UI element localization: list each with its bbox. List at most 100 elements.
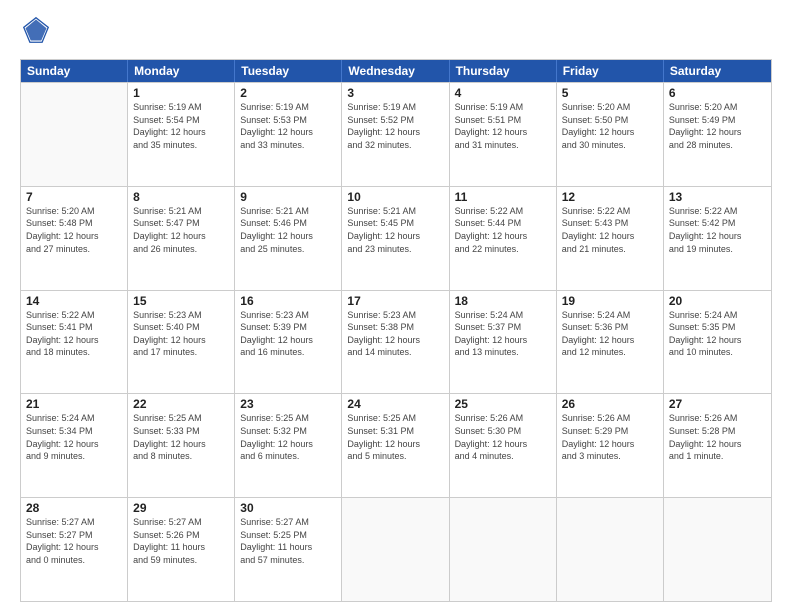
day-info: Sunrise: 5:22 AMSunset: 5:42 PMDaylight:… [669,205,766,255]
day-number: 3 [347,86,443,100]
day-number: 8 [133,190,229,204]
day-info: Sunrise: 5:19 AMSunset: 5:51 PMDaylight:… [455,101,551,151]
logo [20,16,54,49]
calendar-cell-2-1: 15Sunrise: 5:23 AMSunset: 5:40 PMDayligh… [128,291,235,394]
day-number: 23 [240,397,336,411]
calendar-cell-0-4: 4Sunrise: 5:19 AMSunset: 5:51 PMDaylight… [450,83,557,186]
calendar-cell-2-5: 19Sunrise: 5:24 AMSunset: 5:36 PMDayligh… [557,291,664,394]
calendar-header: SundayMondayTuesdayWednesdayThursdayFrid… [21,60,771,82]
day-info: Sunrise: 5:21 AMSunset: 5:47 PMDaylight:… [133,205,229,255]
calendar-cell-1-5: 12Sunrise: 5:22 AMSunset: 5:43 PMDayligh… [557,187,664,290]
calendar-row-1: 7Sunrise: 5:20 AMSunset: 5:48 PMDaylight… [21,186,771,290]
day-info: Sunrise: 5:25 AMSunset: 5:31 PMDaylight:… [347,412,443,462]
day-number: 10 [347,190,443,204]
calendar-cell-1-0: 7Sunrise: 5:20 AMSunset: 5:48 PMDaylight… [21,187,128,290]
day-info: Sunrise: 5:26 AMSunset: 5:29 PMDaylight:… [562,412,658,462]
weekday-header-thursday: Thursday [450,60,557,82]
day-info: Sunrise: 5:20 AMSunset: 5:48 PMDaylight:… [26,205,122,255]
calendar-cell-4-0: 28Sunrise: 5:27 AMSunset: 5:27 PMDayligh… [21,498,128,601]
calendar-cell-3-0: 21Sunrise: 5:24 AMSunset: 5:34 PMDayligh… [21,394,128,497]
logo-icon [22,16,50,44]
day-number: 22 [133,397,229,411]
calendar-cell-0-0 [21,83,128,186]
header [20,16,772,49]
calendar-cell-1-1: 8Sunrise: 5:21 AMSunset: 5:47 PMDaylight… [128,187,235,290]
day-info: Sunrise: 5:22 AMSunset: 5:41 PMDaylight:… [26,309,122,359]
calendar-cell-2-4: 18Sunrise: 5:24 AMSunset: 5:37 PMDayligh… [450,291,557,394]
day-number: 21 [26,397,122,411]
day-info: Sunrise: 5:20 AMSunset: 5:49 PMDaylight:… [669,101,766,151]
page: SundayMondayTuesdayWednesdayThursdayFrid… [0,0,792,612]
calendar-cell-4-6 [664,498,771,601]
calendar-cell-4-2: 30Sunrise: 5:27 AMSunset: 5:25 PMDayligh… [235,498,342,601]
day-info: Sunrise: 5:21 AMSunset: 5:46 PMDaylight:… [240,205,336,255]
day-number: 30 [240,501,336,515]
day-number: 20 [669,294,766,308]
calendar-cell-3-3: 24Sunrise: 5:25 AMSunset: 5:31 PMDayligh… [342,394,449,497]
day-info: Sunrise: 5:22 AMSunset: 5:43 PMDaylight:… [562,205,658,255]
calendar-cell-0-6: 6Sunrise: 5:20 AMSunset: 5:49 PMDaylight… [664,83,771,186]
calendar-cell-1-6: 13Sunrise: 5:22 AMSunset: 5:42 PMDayligh… [664,187,771,290]
day-info: Sunrise: 5:19 AMSunset: 5:52 PMDaylight:… [347,101,443,151]
calendar-row-3: 21Sunrise: 5:24 AMSunset: 5:34 PMDayligh… [21,393,771,497]
calendar-cell-4-3 [342,498,449,601]
calendar-cell-2-0: 14Sunrise: 5:22 AMSunset: 5:41 PMDayligh… [21,291,128,394]
day-info: Sunrise: 5:19 AMSunset: 5:54 PMDaylight:… [133,101,229,151]
day-number: 2 [240,86,336,100]
day-number: 13 [669,190,766,204]
calendar-cell-1-2: 9Sunrise: 5:21 AMSunset: 5:46 PMDaylight… [235,187,342,290]
day-number: 29 [133,501,229,515]
day-info: Sunrise: 5:25 AMSunset: 5:32 PMDaylight:… [240,412,336,462]
weekday-header-friday: Friday [557,60,664,82]
day-info: Sunrise: 5:27 AMSunset: 5:27 PMDaylight:… [26,516,122,566]
calendar-cell-3-1: 22Sunrise: 5:25 AMSunset: 5:33 PMDayligh… [128,394,235,497]
day-number: 9 [240,190,336,204]
day-info: Sunrise: 5:24 AMSunset: 5:36 PMDaylight:… [562,309,658,359]
calendar-cell-3-4: 25Sunrise: 5:26 AMSunset: 5:30 PMDayligh… [450,394,557,497]
calendar-cell-2-2: 16Sunrise: 5:23 AMSunset: 5:39 PMDayligh… [235,291,342,394]
day-number: 11 [455,190,551,204]
day-info: Sunrise: 5:24 AMSunset: 5:37 PMDaylight:… [455,309,551,359]
day-number: 4 [455,86,551,100]
day-number: 25 [455,397,551,411]
day-info: Sunrise: 5:27 AMSunset: 5:26 PMDaylight:… [133,516,229,566]
weekday-header-monday: Monday [128,60,235,82]
calendar-cell-3-2: 23Sunrise: 5:25 AMSunset: 5:32 PMDayligh… [235,394,342,497]
weekday-header-saturday: Saturday [664,60,771,82]
calendar-row-2: 14Sunrise: 5:22 AMSunset: 5:41 PMDayligh… [21,290,771,394]
weekday-header-wednesday: Wednesday [342,60,449,82]
day-number: 24 [347,397,443,411]
day-info: Sunrise: 5:26 AMSunset: 5:30 PMDaylight:… [455,412,551,462]
calendar-row-4: 28Sunrise: 5:27 AMSunset: 5:27 PMDayligh… [21,497,771,601]
calendar-cell-2-6: 20Sunrise: 5:24 AMSunset: 5:35 PMDayligh… [664,291,771,394]
calendar-cell-4-5 [557,498,664,601]
day-number: 6 [669,86,766,100]
day-info: Sunrise: 5:22 AMSunset: 5:44 PMDaylight:… [455,205,551,255]
day-number: 19 [562,294,658,308]
day-info: Sunrise: 5:21 AMSunset: 5:45 PMDaylight:… [347,205,443,255]
calendar-cell-0-3: 3Sunrise: 5:19 AMSunset: 5:52 PMDaylight… [342,83,449,186]
calendar-cell-2-3: 17Sunrise: 5:23 AMSunset: 5:38 PMDayligh… [342,291,449,394]
weekday-header-tuesday: Tuesday [235,60,342,82]
day-info: Sunrise: 5:24 AMSunset: 5:35 PMDaylight:… [669,309,766,359]
day-info: Sunrise: 5:24 AMSunset: 5:34 PMDaylight:… [26,412,122,462]
calendar-cell-4-1: 29Sunrise: 5:27 AMSunset: 5:26 PMDayligh… [128,498,235,601]
day-number: 12 [562,190,658,204]
day-number: 28 [26,501,122,515]
day-info: Sunrise: 5:25 AMSunset: 5:33 PMDaylight:… [133,412,229,462]
calendar-cell-0-5: 5Sunrise: 5:20 AMSunset: 5:50 PMDaylight… [557,83,664,186]
day-info: Sunrise: 5:23 AMSunset: 5:40 PMDaylight:… [133,309,229,359]
calendar-cell-0-2: 2Sunrise: 5:19 AMSunset: 5:53 PMDaylight… [235,83,342,186]
day-info: Sunrise: 5:26 AMSunset: 5:28 PMDaylight:… [669,412,766,462]
calendar-body: 1Sunrise: 5:19 AMSunset: 5:54 PMDaylight… [21,82,771,601]
day-number: 17 [347,294,443,308]
day-number: 7 [26,190,122,204]
calendar-cell-1-4: 11Sunrise: 5:22 AMSunset: 5:44 PMDayligh… [450,187,557,290]
day-number: 5 [562,86,658,100]
day-number: 18 [455,294,551,308]
day-info: Sunrise: 5:27 AMSunset: 5:25 PMDaylight:… [240,516,336,566]
day-info: Sunrise: 5:23 AMSunset: 5:39 PMDaylight:… [240,309,336,359]
day-number: 1 [133,86,229,100]
day-info: Sunrise: 5:23 AMSunset: 5:38 PMDaylight:… [347,309,443,359]
day-number: 26 [562,397,658,411]
